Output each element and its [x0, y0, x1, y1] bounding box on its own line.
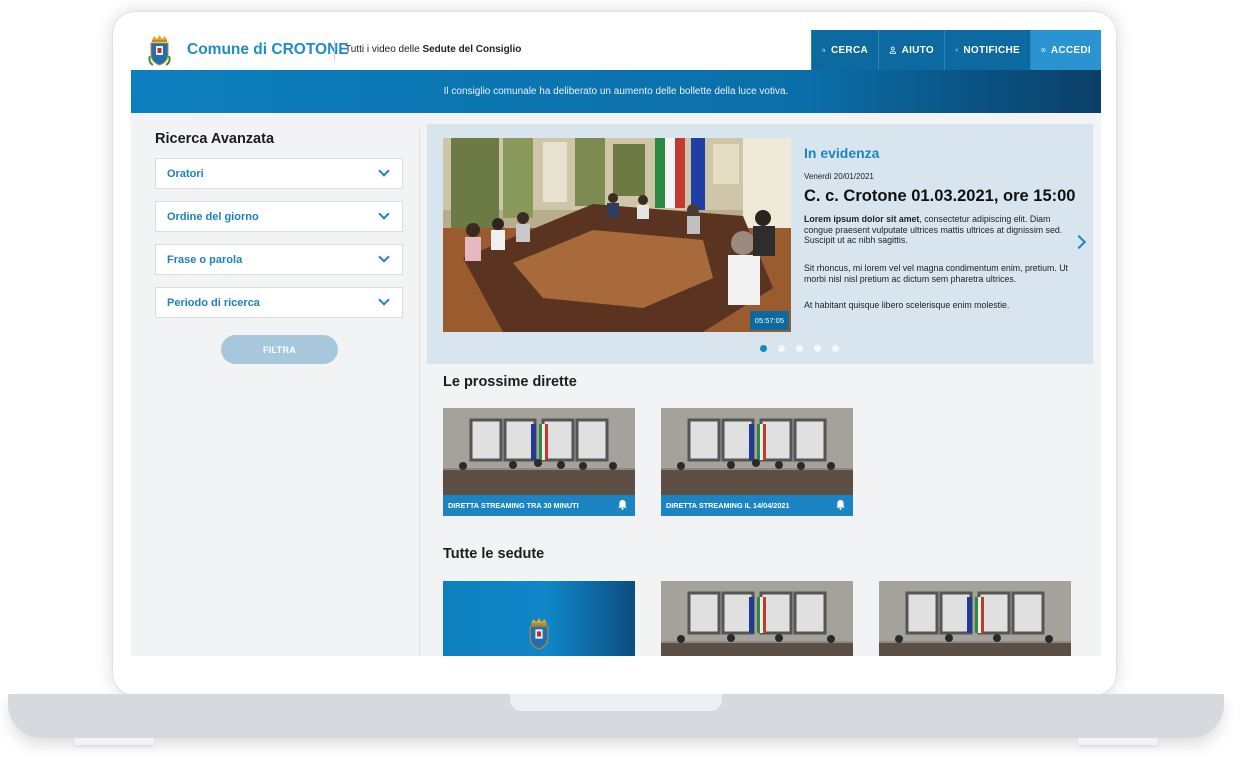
advanced-search-sidebar: Ricerca Avanzata Oratori Ordine del gior… [131, 113, 420, 656]
crest-logo-icon [529, 618, 549, 650]
session-card[interactable] [879, 581, 1071, 656]
carousel-dot[interactable] [796, 345, 803, 352]
screen: Comune di CROTONE Tutti i video delle Se… [131, 30, 1101, 656]
upcoming-card[interactable]: DIRETTA STREAMING TRA 30 MINUTI [443, 408, 635, 516]
bell-icon[interactable] [836, 499, 845, 510]
main-nav: CERCA AIUTO NOTIFICHE ACCEDI [811, 30, 1101, 70]
live-status-label: DIRETTA STREAMING IL 14/04/2021 [666, 501, 790, 510]
login-button[interactable]: ACCEDI [1030, 30, 1101, 70]
laptop-foot-left [74, 738, 154, 745]
featured-kicker: In evidenza [804, 145, 880, 161]
chevron-down-icon [378, 251, 390, 263]
live-status-label: DIRETTA STREAMING TRA 30 MINUTI [448, 501, 579, 510]
chevron-down-icon [378, 165, 390, 177]
filter-label: Periodo di ricerca [167, 296, 260, 309]
subtitle-bold: Sedute del Consiglio [422, 44, 522, 55]
login-label: ACCEDI [1050, 44, 1091, 56]
featured-date: Venerdì 20/01/2021 [804, 172, 874, 181]
laptop-notch [510, 694, 722, 711]
announcement-banner[interactable]: Il consiglio comunale ha deliberato un a… [131, 70, 1101, 113]
carousel-dot[interactable] [814, 345, 821, 352]
live-status-bar: DIRETTA STREAMING TRA 30 MINUTI [443, 495, 635, 516]
notification-icon [955, 48, 959, 52]
session-card[interactable] [443, 581, 635, 656]
help-label: AIUTO [901, 44, 934, 56]
council-room-thumbnail [879, 581, 1071, 656]
advanced-search-title: Ricerca Avanzata [155, 131, 275, 147]
council-room-image [443, 138, 791, 332]
upcoming-section-title: Le prossime dirette [443, 374, 577, 390]
filter-button[interactable]: FILTRA [221, 335, 338, 364]
notifications-button[interactable]: NOTIFICHE [944, 30, 1030, 70]
session-card[interactable] [661, 581, 853, 656]
featured-title[interactable]: C. c. Crotone 01.03.2021, ore 15:00 [804, 187, 1075, 206]
search-icon [822, 48, 826, 52]
sidebar-divider [419, 130, 420, 656]
help-icon [889, 46, 897, 54]
carousel-dot[interactable] [832, 345, 839, 352]
featured-description-bold: Lorem ipsum dolor sit amet [804, 214, 920, 224]
crest-logo-icon[interactable] [148, 34, 171, 67]
top-header: Comune di CROTONE Tutti i video delle Se… [131, 30, 1101, 70]
site-title[interactable]: Comune di CROTONE [187, 41, 349, 59]
featured-description-2: Sit rhoncus, mi lorem vel vel magna cond… [804, 263, 1069, 284]
chevron-down-icon [378, 294, 390, 306]
featured-description-1: Lorem ipsum dolor sit amet, consectetur … [804, 214, 1072, 246]
search-label: CERCA [830, 44, 868, 56]
chevron-down-icon [378, 208, 390, 220]
filter-label: Ordine del giorno [167, 210, 259, 223]
help-button[interactable]: AIUTO [878, 30, 944, 70]
council-room-thumbnail [661, 581, 853, 656]
laptop-foot-right [1078, 738, 1158, 745]
featured-description-3: At habitant quisque libero scelerisque e… [804, 300, 1010, 310]
site-subtitle: Tutti i video delle Sedute del Consiglio [345, 44, 521, 55]
carousel-dot[interactable] [760, 345, 767, 352]
announcement-text: Il consiglio comunale ha deliberato un a… [443, 86, 789, 97]
notifications-label: NOTIFICHE [963, 44, 1020, 56]
filter-label: Frase o parola [167, 253, 243, 266]
filter-ordine-del-giorno[interactable]: Ordine del giorno [155, 201, 403, 232]
carousel-dots [760, 345, 839, 352]
all-sessions-title: Tutte le sedute [443, 546, 545, 562]
carousel-next-icon[interactable] [1071, 234, 1087, 250]
filter-label: Oratori [167, 167, 204, 180]
filter-frase-o-parola[interactable]: Frase o parola [155, 244, 403, 275]
filter-oratori[interactable]: Oratori [155, 158, 403, 189]
search-button[interactable]: CERCA [811, 30, 878, 70]
filter-periodo-di-ricerca[interactable]: Periodo di ricerca [155, 287, 403, 318]
login-icon [1041, 47, 1046, 53]
featured-carousel: 05:57:05 In evidenza Venerdì 20/01/2021 … [427, 124, 1093, 364]
subtitle-prefix: Tutti i video delle [345, 44, 423, 55]
live-status-bar: DIRETTA STREAMING IL 14/04/2021 [661, 495, 853, 516]
upcoming-card[interactable]: DIRETTA STREAMING IL 14/04/2021 [661, 408, 853, 516]
video-duration: 05:57:05 [749, 311, 789, 330]
featured-video-thumbnail[interactable]: 05:57:05 [443, 138, 791, 332]
header-divider [334, 40, 335, 61]
bell-icon[interactable] [618, 499, 627, 510]
carousel-dot[interactable] [778, 345, 785, 352]
